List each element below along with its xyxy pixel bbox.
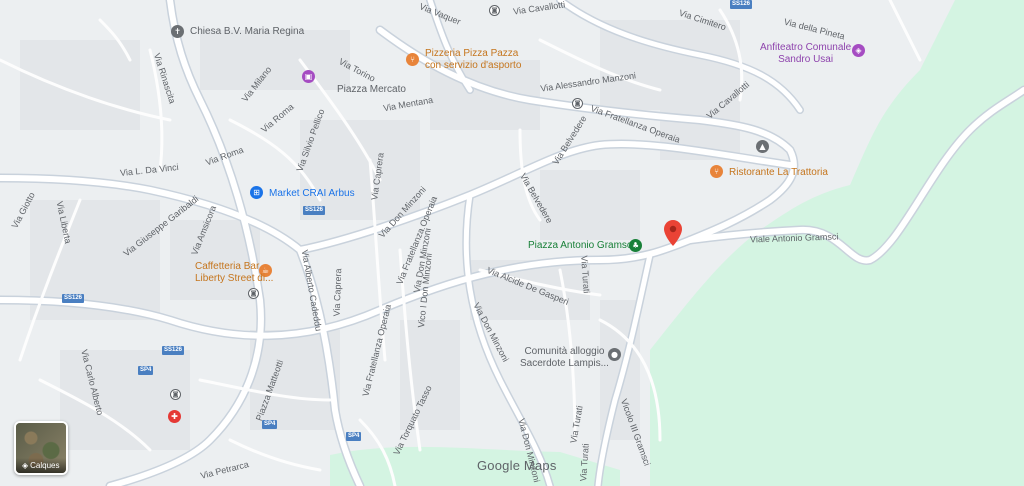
church-icon: ✝ [171, 25, 184, 38]
road-shield: SP4 [262, 420, 278, 429]
poi-label: Anfiteatro Comunale Sandro Usai [760, 42, 852, 65]
layers-button[interactable]: ◈ Calques [14, 421, 68, 475]
layers-label: Calques [30, 461, 60, 470]
road-shield: SS126 [62, 294, 85, 303]
map-canvas[interactable]: Via Vaquer Via Cavallotti Via Cimitero V… [0, 0, 1024, 486]
restaurant-icon: ⑂ [710, 165, 723, 178]
school-icon: ▲ [756, 140, 769, 153]
place-icon: ● [608, 348, 621, 361]
hospital-icon: ✚ [168, 410, 181, 423]
street-label: Via Caprera [331, 268, 344, 317]
layers-caption: ◈ Calques [16, 458, 66, 473]
poi-label: Piazza Antonio Gramsci [528, 240, 635, 251]
poi-label: Pizzeria Pizza Pazza con servizio d'aspo… [425, 48, 522, 71]
map-base [0, 0, 1024, 486]
road-shield: SS126 [730, 0, 753, 9]
street-label: Via Turati [579, 255, 592, 294]
road-shield: SP4 [346, 432, 362, 441]
shopping-icon: ▣ [302, 70, 315, 83]
red-pin-icon[interactable] [664, 220, 682, 246]
bus-stop-icon[interactable]: ◙ [489, 5, 500, 16]
google-maps-logo: Google Maps [477, 458, 557, 473]
road-shield: SS126 [303, 206, 326, 215]
poi-label: Market CRAI Arbus [269, 188, 355, 199]
theater-icon: ◈ [852, 44, 865, 57]
road-shield: SS126 [162, 346, 185, 355]
road-shield: SP4 [138, 366, 154, 375]
poi-label: Comunità alloggio Sacerdote Lampis... [520, 346, 609, 369]
poi-label: Ristorante La Trattoria [729, 167, 828, 178]
poi-label: Chiesa B.V. Maria Regina [190, 26, 305, 37]
poi-label: Piazza Mercato [337, 84, 406, 95]
restaurant-icon: ⑂ [406, 53, 419, 66]
bus-stop-icon[interactable]: ◙ [572, 98, 583, 109]
cart-icon: ⊞ [250, 186, 263, 199]
bus-stop-icon[interactable]: ◙ [170, 389, 181, 400]
bus-stop-icon[interactable]: ◙ [248, 288, 259, 299]
poi-label: Caffetteria Bar Liberty Street di... [195, 261, 274, 284]
layers-icon: ◈ [22, 461, 29, 470]
